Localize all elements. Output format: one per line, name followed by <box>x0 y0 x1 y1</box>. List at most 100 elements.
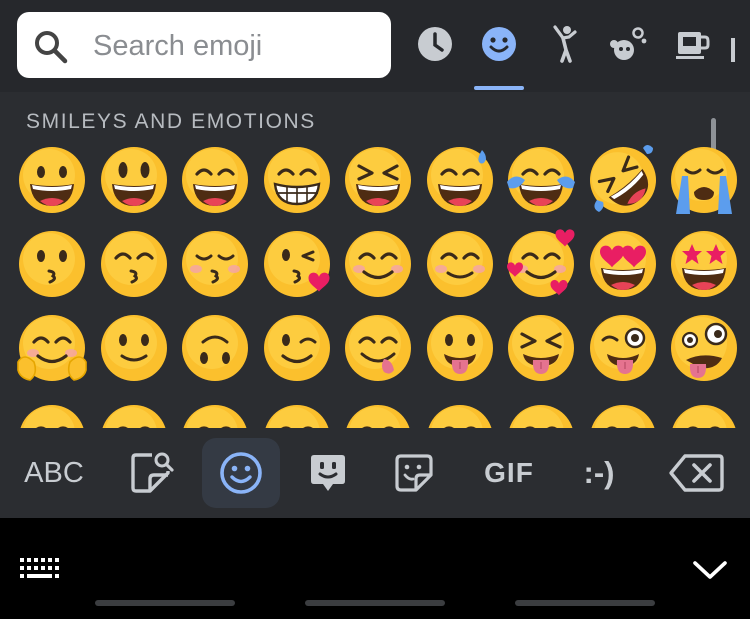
zany-face-icon <box>671 315 737 381</box>
category-recent[interactable] <box>415 24 455 64</box>
emoji-button[interactable] <box>202 438 280 508</box>
emoji-grinning-face-with-sweat[interactable] <box>424 144 496 216</box>
emoji-partial-row[interactable] <box>261 402 333 428</box>
gesture-handle-center <box>305 600 445 606</box>
emoji-face-with-tongue[interactable] <box>424 312 496 384</box>
abc-button[interactable]: ABC <box>14 438 94 508</box>
winking-face-with-tongue-icon <box>589 315 656 381</box>
sticker-icon <box>395 454 433 492</box>
emoji-smiling-face[interactable] <box>342 228 414 300</box>
food-icon <box>676 32 710 59</box>
sticker-button[interactable] <box>386 438 442 508</box>
slightly-smiling-face-icon <box>100 315 167 381</box>
bitmoji-button[interactable] <box>300 438 356 508</box>
smiling-face-with-smiling-eyes-icon <box>426 231 493 297</box>
emoji-face-blowing-kiss[interactable] <box>261 228 333 300</box>
face-blowing-kiss-icon <box>263 231 330 297</box>
selected-category-indicator <box>474 86 524 90</box>
emoji-partial-row[interactable] <box>424 402 496 428</box>
backspace-icon <box>669 454 724 492</box>
emoji-icon <box>20 405 84 428</box>
bitmoji-icon <box>311 455 345 491</box>
emoji-face-with-tears-of-joy[interactable] <box>505 144 577 216</box>
smiley-icon <box>482 27 516 61</box>
category-more-partial[interactable] <box>731 38 735 62</box>
emoji-partial-row[interactable] <box>668 402 740 428</box>
animal-icon <box>610 27 647 60</box>
emoji-hugging-face[interactable] <box>16 312 88 384</box>
emoji-keyboard: SMILEYS AND EMOTIONS ABC <box>0 0 750 619</box>
emoji-panel: SMILEYS AND EMOTIONS ABC <box>0 0 750 518</box>
category-people[interactable] <box>545 24 585 64</box>
upside-down-face-icon <box>182 315 248 381</box>
emoji-partial-row[interactable] <box>505 402 577 428</box>
emoji-grinning-face-big-eyes[interactable] <box>98 144 170 216</box>
emoji-icon <box>220 452 262 494</box>
star-struck-icon <box>671 231 737 297</box>
emoji-face-savoring-food[interactable] <box>342 312 414 384</box>
emoji-winking-face-with-tongue[interactable] <box>587 312 659 384</box>
emoji-smiling-face-with-heart-eyes[interactable] <box>587 228 659 300</box>
emoji-icon <box>183 405 247 428</box>
emoji-kissing-face[interactable] <box>16 228 88 300</box>
emoji-icon <box>509 405 573 428</box>
chevron-down-icon <box>693 561 727 579</box>
category-food[interactable] <box>673 24 713 64</box>
keyboard-icon <box>20 558 59 578</box>
emoji-icon <box>346 405 410 428</box>
face-with-tongue-icon <box>426 315 493 381</box>
keyboard-switch-button[interactable] <box>20 558 62 586</box>
hide-keyboard-button[interactable] <box>692 558 728 586</box>
grinning-face-with-sweat-icon <box>426 147 493 213</box>
recent-icon <box>418 27 452 61</box>
emoji-partial-row[interactable] <box>16 402 88 428</box>
emoji-upside-down-face[interactable] <box>179 312 251 384</box>
grinning-squinting-face-icon <box>345 147 411 213</box>
emoji-grinning-squinting-face[interactable] <box>342 144 414 216</box>
beaming-face-icon <box>263 147 330 213</box>
search-input[interactable] <box>91 24 385 68</box>
sticker-search-button[interactable] <box>122 438 182 508</box>
emoji-beaming-face[interactable] <box>261 144 333 216</box>
winking-face-icon <box>263 315 330 381</box>
rolling-on-floor-laughing-icon <box>589 145 656 213</box>
emoji-partial-row[interactable] <box>98 402 170 428</box>
emoji-winking-face[interactable] <box>261 312 333 384</box>
grinning-face-smiling-eyes-icon <box>182 147 248 213</box>
grinning-face-icon <box>19 147 85 213</box>
emoji-smiling-face-with-hearts[interactable] <box>505 228 577 300</box>
backspace-button[interactable] <box>664 438 730 508</box>
gesture-handle-left <box>95 600 235 606</box>
emoji-partial-row[interactable] <box>587 402 659 428</box>
emoji-top-bar <box>0 0 750 92</box>
face-savoring-food-icon <box>345 315 411 381</box>
emoji-loudly-crying-face[interactable] <box>668 144 740 216</box>
smiling-face-with-hearts-icon <box>507 229 575 297</box>
gif-button[interactable]: GIF <box>474 438 544 508</box>
emoji-icon <box>428 405 491 428</box>
category-animals[interactable] <box>608 24 648 64</box>
squinting-face-with-tongue-icon <box>508 315 574 381</box>
emoji-partial-row[interactable] <box>342 402 414 428</box>
emoji-smiling-face-with-smiling-eyes[interactable] <box>424 228 496 300</box>
emoji-kissing-face-smiling-eyes[interactable] <box>98 228 170 300</box>
person-icon <box>553 25 577 63</box>
emoji-kissing-face-closed-eyes[interactable] <box>179 228 251 300</box>
emoji-rolling-on-floor-laughing[interactable] <box>587 144 659 216</box>
emoticon-button[interactable]: :-) <box>564 438 634 508</box>
emoji-star-struck[interactable] <box>668 228 740 300</box>
kissing-face-icon <box>19 231 85 297</box>
emoji-grinning-face-smiling-eyes[interactable] <box>179 144 251 216</box>
search-box[interactable] <box>17 12 391 78</box>
category-smileys[interactable] <box>479 24 519 64</box>
emoji-zany-face[interactable] <box>668 312 740 384</box>
emoji-squinting-face-with-tongue[interactable] <box>505 312 577 384</box>
emoji-icon <box>672 405 736 428</box>
face-with-tears-of-joy-icon <box>507 147 575 213</box>
emoji-grinning-face[interactable] <box>16 144 88 216</box>
emoji-slightly-smiling-face[interactable] <box>98 312 170 384</box>
section-title: SMILEYS AND EMOTIONS <box>26 110 316 133</box>
emoji-grid <box>0 140 750 428</box>
emoji-partial-row[interactable] <box>179 402 251 428</box>
hugging-face-icon <box>17 315 87 381</box>
